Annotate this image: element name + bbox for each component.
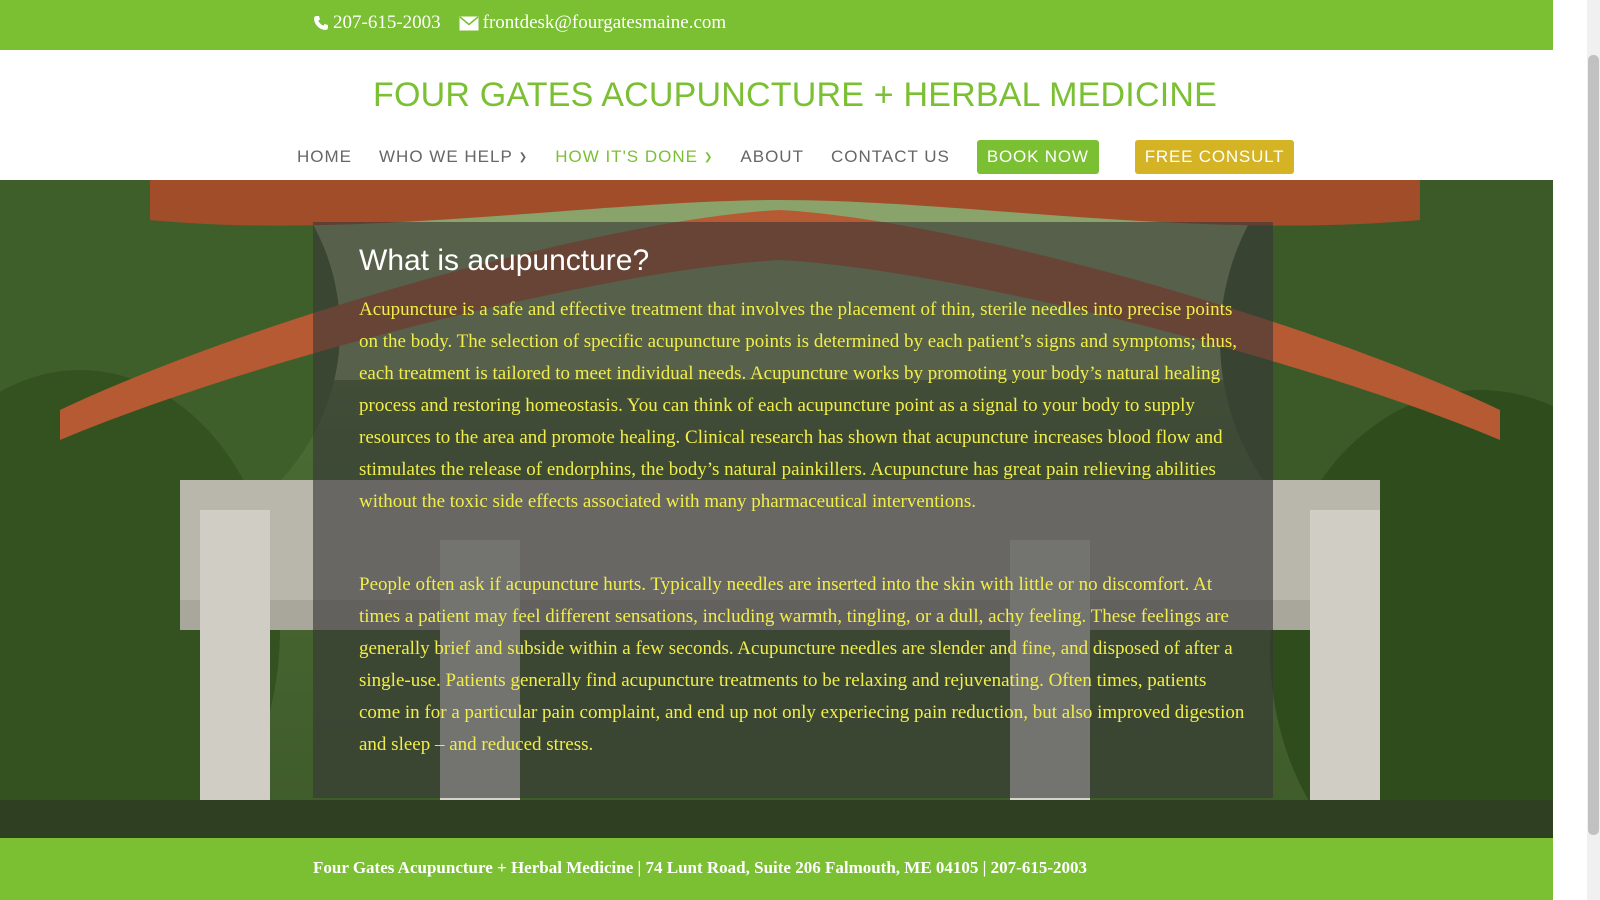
nav-about-label: ABOUT	[740, 147, 804, 166]
site-logo[interactable]: FOUR GATES ACUPUNCTURE + HERBAL MEDICINE	[0, 76, 1590, 115]
site-footer: Four Gates Acupuncture + Herbal Medicine…	[0, 838, 1553, 900]
nav-contact-us-label: CONTACT US	[830, 147, 950, 166]
footer-address: Four Gates Acupuncture + Herbal Medicine…	[313, 858, 1087, 877]
nav-contact-us[interactable]: CONTACT US	[831, 140, 950, 174]
phone-icon	[314, 16, 328, 30]
nav-who-we-help[interactable]: WHO WE HELP ❯	[379, 140, 528, 174]
nav-who-we-help-label: WHO WE HELP	[379, 147, 513, 166]
paragraph-acupuncture-intro: Acupuncture is a safe and effective trea…	[359, 299, 1238, 512]
free-consult-button[interactable]: FREE CONSULT	[1134, 140, 1295, 174]
scrollbar-thumb[interactable]	[1588, 55, 1599, 835]
email-link[interactable]: frontdesk@fourgatesmaine.com	[459, 12, 727, 34]
contact-info: 207-615-2003 frontdesk@fourgatesmaine.co…	[313, 12, 744, 34]
main-nav: HOME WHO WE HELP ❯ HOW IT'S DONE ❯ ABOUT…	[297, 140, 1330, 174]
chevron-down-icon: ❯	[704, 151, 714, 163]
email-address[interactable]: frontdesk@fourgatesmaine.com	[483, 12, 727, 34]
hero-section: What is acupuncture? Acupuncture is a sa…	[0, 180, 1553, 838]
envelope-icon	[459, 15, 479, 30]
book-now-button[interactable]: BOOK NOW	[976, 140, 1099, 174]
nav-home[interactable]: HOME	[297, 140, 352, 174]
nav-home-label: HOME	[297, 147, 352, 166]
content-panel: What is acupuncture? Acupuncture is a sa…	[313, 222, 1273, 798]
nav-how-its-done-label: HOW IT'S DONE	[555, 147, 698, 166]
phone-number[interactable]: 207-615-2003	[333, 12, 441, 34]
nav-how-its-done[interactable]: HOW IT'S DONE ❯	[555, 140, 713, 174]
site-header: FOUR GATES ACUPUNCTURE + HERBAL MEDICINE…	[0, 50, 1553, 180]
chevron-down-icon: ❯	[518, 151, 529, 163]
section-heading: What is acupuncture?	[359, 244, 650, 277]
nav-about[interactable]: ABOUT	[740, 140, 804, 174]
phone-link[interactable]: 207-615-2003	[313, 12, 441, 34]
page-scrollbar[interactable]	[1587, 0, 1600, 900]
top-contact-bar: 207-615-2003 frontdesk@fourgatesmaine.co…	[0, 0, 1553, 50]
paragraph-does-it-hurt: People often ask if acupuncture hurts. T…	[359, 574, 1245, 755]
